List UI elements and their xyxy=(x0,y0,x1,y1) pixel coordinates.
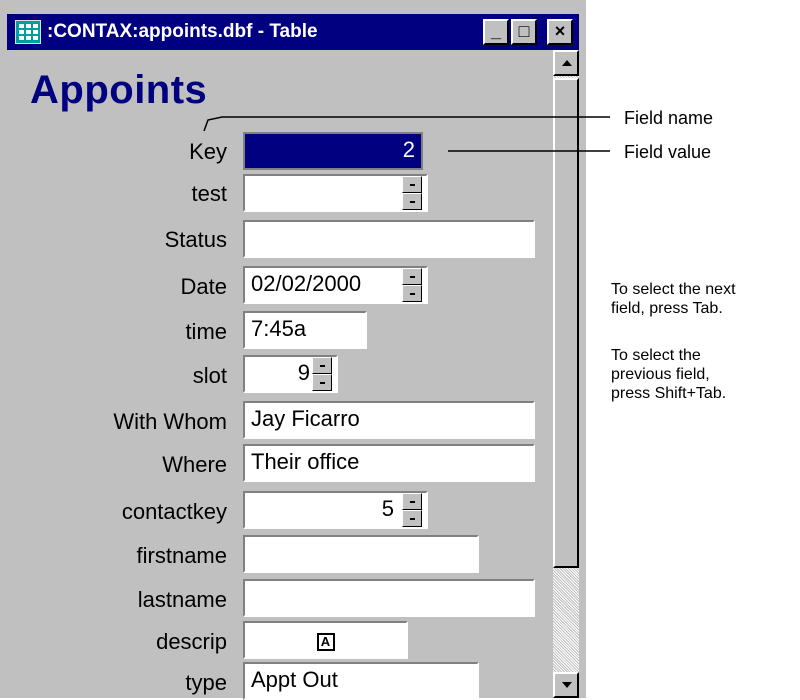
field-value-callout: Field value xyxy=(624,142,712,162)
help-next-field: To select the next field, press Tab. xyxy=(611,281,736,317)
help-previous-field: To select the previous field, press Shif… xyxy=(611,347,727,402)
field-name-leader-line xyxy=(203,116,610,132)
field-name-callout: Field name xyxy=(624,108,714,128)
